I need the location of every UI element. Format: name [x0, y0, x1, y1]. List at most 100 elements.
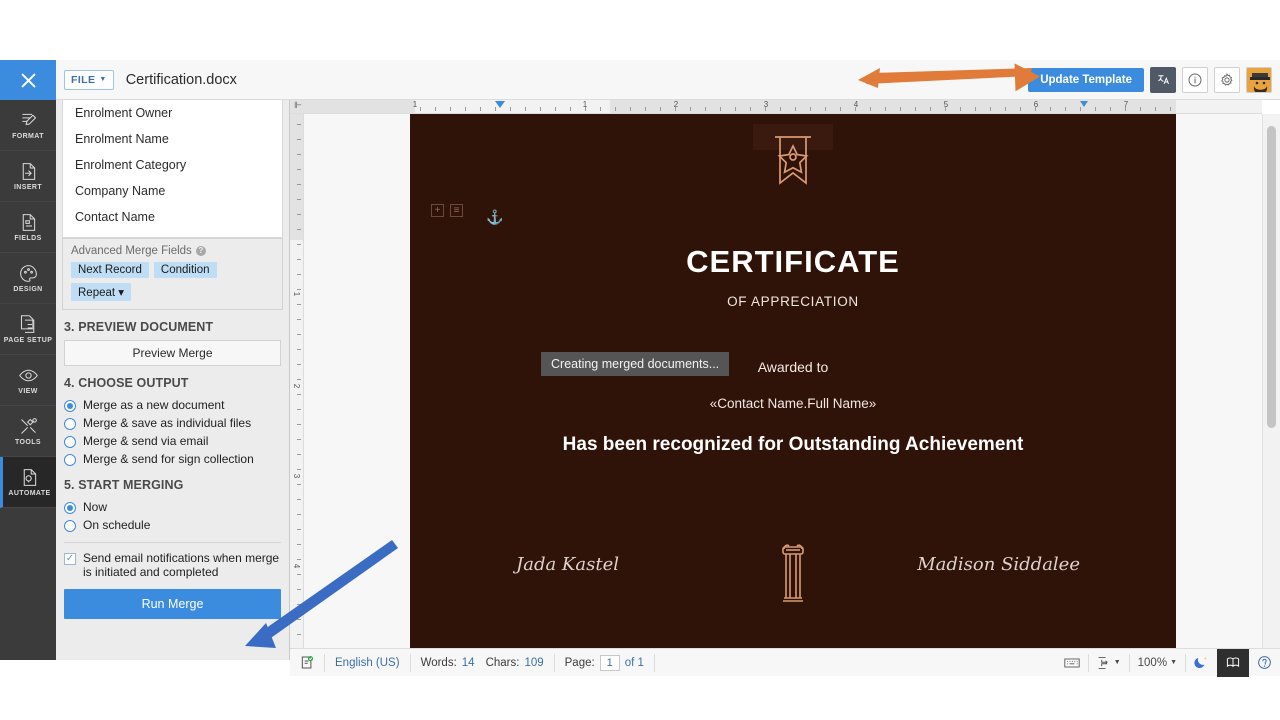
- ruler-tick: [1170, 107, 1171, 111]
- ruler-tick: [885, 107, 886, 111]
- ruler-tick: [930, 107, 931, 111]
- avatar[interactable]: [1246, 66, 1272, 93]
- tab-stop-selector[interactable]: ⊩: [290, 100, 306, 113]
- checkbox-email-notifications[interactable]: ✓ Send email notifications when merge is…: [56, 549, 289, 581]
- radio-merge-individual-files[interactable]: Merge & save as individual files: [56, 414, 289, 432]
- page-number-input[interactable]: 1: [599, 654, 620, 671]
- radio-start-now[interactable]: Now: [56, 498, 289, 516]
- gear-icon: [1221, 72, 1233, 86]
- table-properties-handle[interactable]: ≡: [450, 204, 463, 217]
- radio-merge-send-email[interactable]: Merge & send via email: [56, 432, 289, 450]
- ruler-tick: [1140, 107, 1141, 111]
- vertical-scrollbar[interactable]: [1262, 114, 1280, 648]
- list-item[interactable]: Contact Name: [63, 204, 282, 230]
- status-bar: English (US) Words: 14 Chars: 109 Page: …: [290, 648, 1280, 677]
- zoom-control[interactable]: 100% ▼: [1130, 649, 1185, 677]
- chip-repeat-label: Repeat: [78, 287, 116, 299]
- help-button[interactable]: [1249, 649, 1280, 677]
- vruler-number: 2: [292, 383, 301, 389]
- indent-marker-left[interactable]: [495, 101, 505, 108]
- language-button[interactable]: English (US): [325, 649, 410, 677]
- vruler-tick: [297, 409, 301, 410]
- indent-marker-right[interactable]: [1080, 101, 1088, 107]
- vertical-ruler[interactable]: 1 2 3 4: [290, 114, 304, 648]
- run-merge-button[interactable]: Run Merge: [64, 589, 281, 619]
- list-item[interactable]: Enrolment Category: [63, 152, 282, 178]
- list-item[interactable]: Enrolment No: [63, 230, 282, 237]
- list-item[interactable]: Company Name: [63, 178, 282, 204]
- toolbar-actions: Update Template: [1028, 66, 1272, 93]
- file-menu-button[interactable]: FILE ▼: [64, 69, 114, 90]
- translate-button[interactable]: [1150, 66, 1176, 93]
- chip-condition[interactable]: Condition: [153, 262, 217, 278]
- status-bar-right: ▼ 100% ▼: [1056, 648, 1280, 677]
- advanced-merge-fields-box: Advanced Merge Fields ? Next Record Cond…: [62, 238, 283, 310]
- info-button[interactable]: [1182, 66, 1208, 93]
- radio-icon[interactable]: [64, 502, 76, 514]
- ruler-tick: [945, 107, 946, 111]
- help-info-icon[interactable]: ?: [195, 246, 206, 256]
- ruler-tick: [810, 107, 811, 111]
- sidebar-item-tools[interactable]: TOOLS: [0, 406, 56, 457]
- chip-repeat[interactable]: Repeat ▾: [71, 283, 132, 301]
- update-template-button[interactable]: Update Template: [1028, 67, 1144, 92]
- spellcheck-icon: [301, 656, 314, 669]
- vruler-tick: [297, 439, 301, 440]
- anchor-icon[interactable]: ⚓: [486, 209, 503, 226]
- radio-merge-sign-collection[interactable]: Merge & send for sign collection: [56, 450, 289, 468]
- translate-icon: [1157, 75, 1169, 85]
- sidebar-item-insert[interactable]: INSERT: [0, 151, 56, 202]
- keyboard-icon: [1064, 658, 1080, 667]
- certificate-page[interactable]: + ≡ ⚓ CERTIFICATE OF APPRECIATION Awarde…: [410, 114, 1176, 648]
- divider: [653, 653, 655, 672]
- fit-page-icon: [1098, 656, 1108, 669]
- radio-icon[interactable]: [64, 418, 76, 430]
- fit-page-button[interactable]: ▼: [1089, 649, 1129, 677]
- ruler-tick: [990, 107, 991, 111]
- insert-page-icon: [22, 162, 35, 180]
- checkbox-icon[interactable]: ✓: [64, 553, 76, 565]
- chars-label: Chars:: [485, 656, 520, 669]
- page-label: Page:: [564, 656, 595, 669]
- sidebar-item-format[interactable]: FORMAT: [0, 100, 56, 151]
- chevron-down-icon: ▼: [1170, 659, 1177, 666]
- merge-field-list[interactable]: Enrolment Owner Enrolment Name Enrolment…: [62, 100, 283, 238]
- ruler-tick: [1155, 107, 1156, 111]
- preview-merge-button[interactable]: Preview Merge: [64, 340, 281, 366]
- table-insert-handle[interactable]: +: [431, 204, 444, 217]
- radio-icon[interactable]: [64, 520, 76, 532]
- close-button[interactable]: [0, 60, 56, 100]
- vruler-tick: [297, 469, 301, 470]
- page-indicator: Page: 1 of 1: [555, 649, 654, 677]
- close-icon: [21, 73, 35, 87]
- sidebar-item-fields[interactable]: FIELDS: [0, 202, 56, 253]
- radio-icon[interactable]: [64, 454, 76, 466]
- radio-start-on-schedule[interactable]: On schedule: [56, 516, 289, 534]
- design-palette-icon: [19, 264, 37, 282]
- keyboard-button[interactable]: [1056, 649, 1088, 677]
- radio-icon[interactable]: [64, 436, 76, 448]
- chars-value: 109: [524, 656, 544, 669]
- chevron-down-icon: ▾: [118, 287, 125, 299]
- reading-mode-button[interactable]: [1217, 648, 1249, 677]
- radio-label: Merge & send via email: [83, 434, 209, 448]
- radio-icon[interactable]: [64, 400, 76, 412]
- fields-doc-icon: [22, 213, 35, 231]
- sidebar-item-label: VIEW: [18, 387, 38, 395]
- spell-check-button[interactable]: [290, 649, 324, 677]
- horizontal-ruler[interactable]: ⊩ 11234567: [290, 100, 1262, 114]
- list-item[interactable]: Enrolment Name: [63, 126, 282, 152]
- scrollbar-thumb[interactable]: [1267, 126, 1276, 428]
- radio-merge-new-document[interactable]: Merge as a new document: [56, 396, 289, 414]
- sidebar-item-design[interactable]: DESIGN: [0, 253, 56, 304]
- dark-mode-button[interactable]: [1186, 649, 1217, 677]
- sidebar-item-view[interactable]: VIEW: [0, 355, 56, 406]
- chip-next-record[interactable]: Next Record: [71, 262, 149, 278]
- sidebar-item-automate[interactable]: AUTOMATE: [0, 457, 56, 508]
- sidebar-item-label: FIELDS: [14, 234, 42, 242]
- settings-button[interactable]: [1214, 66, 1240, 93]
- help-icon: [1258, 656, 1271, 669]
- list-item[interactable]: Enrolment Owner: [63, 100, 282, 126]
- document-canvas[interactable]: + ≡ ⚓ CERTIFICATE OF APPRECIATION Awarde…: [304, 114, 1262, 648]
- sidebar-item-page-setup[interactable]: PAGE SETUP: [0, 304, 56, 355]
